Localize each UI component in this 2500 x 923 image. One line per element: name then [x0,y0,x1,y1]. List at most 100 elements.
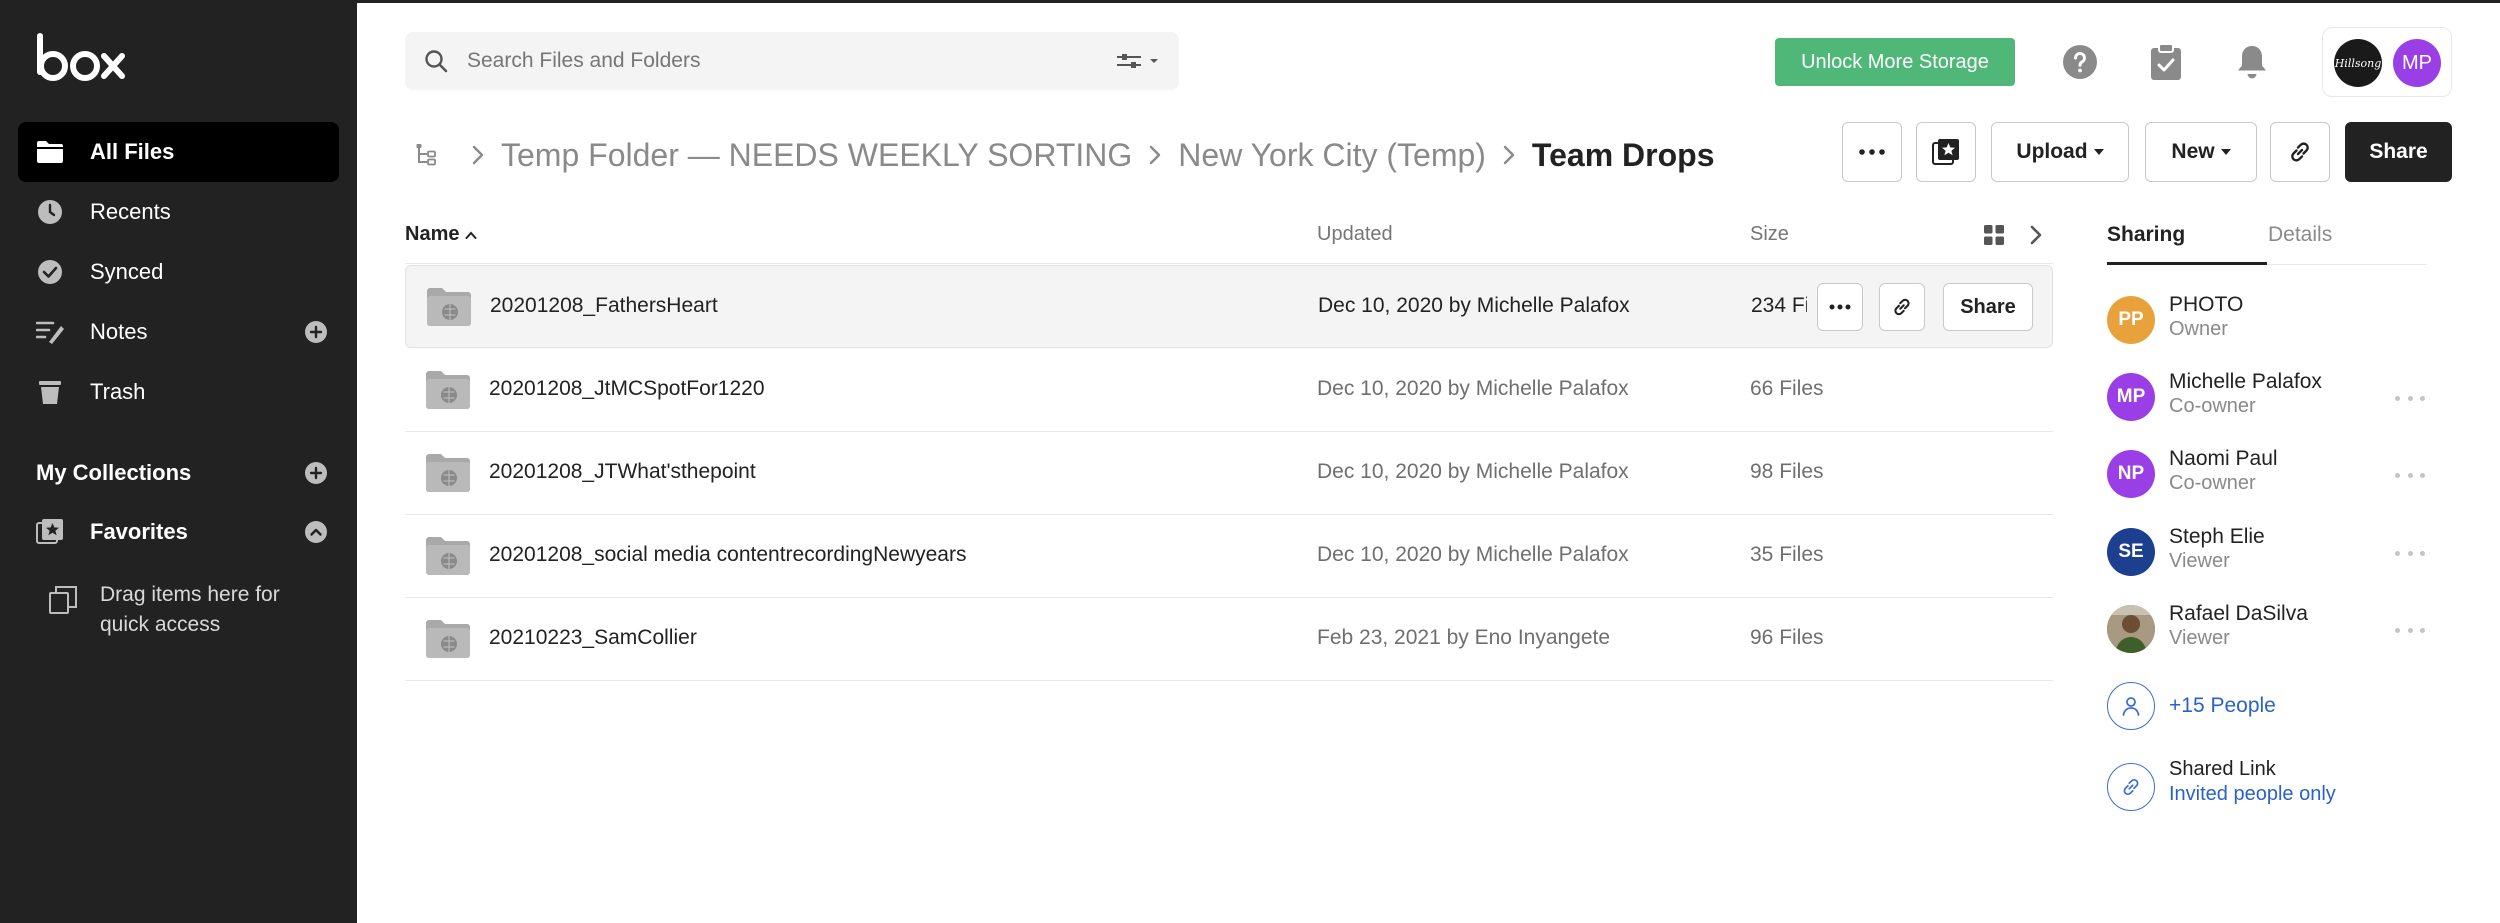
column-header-size[interactable]: Size [1750,223,1789,246]
unlock-storage-button[interactable]: Unlock More Storage [1775,38,2015,86]
table-row[interactable]: 20210223_SamCollier Feb 23, 2021 by Eno … [405,598,2053,681]
row-share-button[interactable]: Share [1943,283,2033,331]
enterprise-logo-text: Hillsong [2334,56,2382,70]
table-row[interactable]: 20201208_JTWhat'sthepoint Dec 10, 2020 b… [405,432,2053,515]
collaborator-role: Viewer [2169,627,2230,649]
item-name[interactable]: 20201208_JtMCSpotFor1220 [489,377,765,401]
column-header-updated[interactable]: Updated [1317,223,1393,246]
collaborator-name: Steph Elie [2169,525,2265,548]
collaborator-name: Rafael DaSilva [2169,602,2308,625]
top-border [0,0,2500,3]
sidebar-item-trash[interactable]: Trash [18,362,339,422]
table-row[interactable]: 20201208_FathersHeart Dec 10, 2020 by Mi… [405,265,2053,348]
chevron-right-icon[interactable] [2025,223,2047,247]
breadcrumb: Temp Folder — NEEDS WEEKLY SORTING New Y… [455,132,1714,178]
collaborator-row[interactable]: NP Naomi Paul Co-owner [2107,447,2452,507]
collection-star-icon [1932,139,1959,165]
sidebar: All Files Recents Synced Notes Trash My … [0,0,357,923]
clock-icon [36,198,64,226]
more-options-button[interactable] [1842,122,1902,182]
enterprise-logo-avatar: Hillsong [2334,39,2382,87]
chevron-up-icon[interactable] [305,521,327,543]
item-name[interactable]: 20201208_FathersHeart [490,294,718,318]
profile-photo-icon [2107,605,2155,653]
drag-hint: Drag items here for quick access [48,580,338,640]
sidebar-item-notes[interactable]: Notes [18,302,339,362]
item-updated: Dec 10, 2020 by Michelle Palafox [1317,543,1629,566]
item-size: 35 Files [1750,543,1824,566]
collaborator-role: Co-owner [2169,395,2256,417]
sidebar-item-all-files[interactable]: All Files [18,122,339,182]
account-menu[interactable]: Hillsong MP [2322,27,2452,97]
sidebar-item-recents[interactable]: Recents [18,182,339,242]
collaborator-role: Co-owner [2169,472,2256,494]
add-to-collection-button[interactable] [1916,122,1976,182]
collaborator-row[interactable]: PP PHOTO Owner [2107,293,2452,353]
avatar: PP [2107,296,2155,344]
item-size: 98 Files [1750,460,1824,483]
new-button[interactable]: New [2145,122,2257,182]
collaborator-row[interactable]: MP Michelle Palafox Co-owner [2107,370,2452,430]
avatar: SE [2107,528,2155,576]
row-copy-link-button[interactable] [1879,283,1925,331]
search-input[interactable] [467,49,1067,73]
user-avatar: MP [2393,39,2441,87]
column-header-name[interactable]: Name [405,223,477,246]
table-header-divider [405,263,2053,264]
avatar: NP [2107,450,2155,498]
link-icon [2291,142,2309,162]
item-name[interactable]: 20210223_SamCollier [489,626,697,650]
item-size: 234 Files [1751,294,1807,317]
collaborator-more-icon[interactable] [2395,388,2425,408]
item-name[interactable]: 20201208_JTWhat'sthepoint [489,460,756,484]
breadcrumb-temp-folder[interactable]: Temp Folder — NEEDS WEEKLY SORTING [501,137,1132,174]
copy-link-button[interactable] [2270,122,2330,182]
sidebar-nav: All Files Recents Synced Notes Trash [18,122,339,422]
sidebar-item-synced[interactable]: Synced [18,242,339,302]
table-row[interactable]: 20201208_social media contentrecordingNe… [405,515,2053,598]
table-row[interactable]: 20201208_JtMCSpotFor1220 Dec 10, 2020 by… [405,349,2053,432]
item-size: 66 Files [1750,377,1824,400]
row-more-options-button[interactable] [1817,283,1863,331]
shared-folder-icon [426,454,470,492]
search-icon [425,50,448,73]
share-button[interactable]: Share [2345,122,2452,182]
shared-folder-icon [427,288,471,326]
tab-sharing[interactable]: Sharing [2107,223,2185,247]
search-filter-icon[interactable] [1115,49,1161,73]
my-collections-label: My Collections [36,460,192,485]
ellipsis-icon [1829,304,1851,310]
collaborator-row[interactable]: Rafael DaSilva Viewer [2107,602,2452,662]
breadcrumb-new-york-city[interactable]: New York City (Temp) [1178,137,1486,174]
link-icon [1894,298,1910,316]
caret-down-icon [2220,149,2231,155]
folder-icon [36,138,64,166]
shared-link-section[interactable]: Shared Link Invited people only [2107,758,2452,818]
collaborator-name: PHOTO [2169,293,2244,316]
search-bar [405,32,1179,90]
notifications-bell-icon[interactable] [2232,42,2272,82]
my-collections-header[interactable]: My Collections [18,445,339,501]
breadcrumb-current-folder: Team Drops [1531,136,1715,173]
collaborator-row[interactable]: SE Steph Elie Viewer [2107,525,2452,585]
more-people-link[interactable]: +15 People [2107,681,2276,731]
tab-details[interactable]: Details [2268,223,2332,247]
upload-button[interactable]: Upload [1991,122,2129,182]
more-people-label: +15 People [2169,694,2276,717]
folder-tree-icon[interactable] [409,137,445,173]
help-icon[interactable] [2060,42,2100,82]
collaborator-more-icon[interactable] [2395,543,2425,563]
tasks-clipboard-icon[interactable] [2146,42,2186,82]
add-note-icon[interactable] [305,321,327,343]
copy-icon [49,586,77,614]
active-tab-indicator [2107,262,2267,265]
sidebar-item-favorites[interactable]: Favorites [18,504,339,560]
add-collection-icon[interactable] [305,462,327,484]
item-name[interactable]: 20201208_social media contentrecordingNe… [489,543,966,567]
collaborator-more-icon[interactable] [2395,620,2425,640]
grid-view-icon[interactable] [1983,224,2005,246]
favorites-label: Favorites [90,519,188,544]
box-logo[interactable] [34,32,130,86]
shared-link-access[interactable]: Invited people only [2169,783,2336,806]
collaborator-more-icon[interactable] [2395,465,2425,485]
